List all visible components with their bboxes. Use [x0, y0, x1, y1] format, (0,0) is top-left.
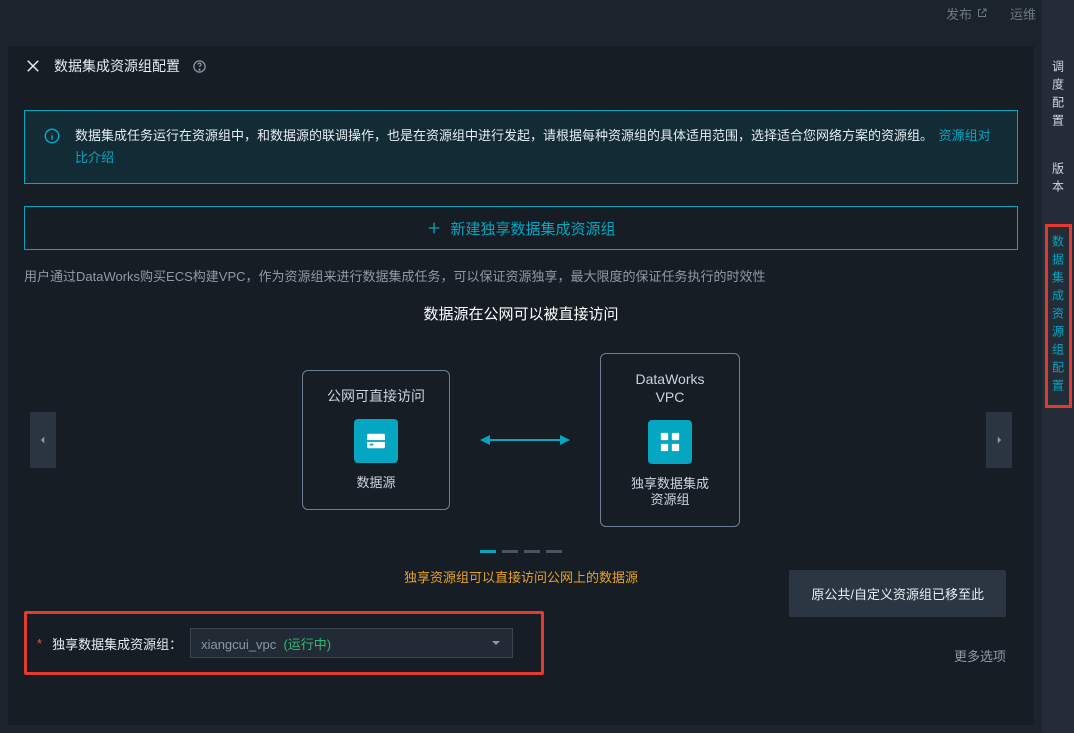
carousel-next[interactable] — [986, 412, 1012, 468]
tab-di-resource-config[interactable]: 数据集成资源组配置 — [1045, 224, 1072, 408]
panel-header: 数据集成资源组配置 — [24, 46, 1018, 86]
field-label: 独享数据集成资源组： — [52, 634, 182, 653]
close-icon[interactable] — [24, 57, 42, 75]
diagram-box-vpc: DataWorks VPC 独享数据集成 资源组 — [600, 353, 740, 527]
publish-button[interactable]: 发布 — [946, 4, 988, 23]
description-text: 用户通过DataWorks购买ECS构建VPC，作为资源组来进行数据集成任务，可… — [24, 266, 1018, 285]
bidirectional-arrow-icon — [480, 433, 570, 447]
create-resource-group-button[interactable]: 新建独享数据集成资源组 — [24, 206, 1018, 250]
dot[interactable] — [502, 550, 518, 553]
tab-schedule-config[interactable]: 调度配置 — [1050, 56, 1067, 136]
chevron-down-icon — [490, 637, 502, 649]
top-bar: 发布 运维 — [0, 0, 1074, 26]
resource-group-icon — [648, 420, 692, 464]
dot[interactable] — [546, 550, 562, 553]
plus-icon — [426, 220, 442, 236]
help-icon[interactable] — [192, 59, 207, 74]
dot[interactable] — [524, 550, 540, 553]
external-icon — [976, 7, 988, 19]
more-options-link[interactable]: 更多选项 — [954, 646, 1006, 665]
carousel-prev[interactable] — [30, 412, 56, 468]
alert-text: 数据集成任务运行在资源组中，和数据源的联调操作，也是在资源组中进行发起，请根据每… — [75, 128, 933, 143]
dot[interactable] — [480, 550, 496, 553]
info-alert: 数据集成任务运行在资源组中，和数据源的联调操作，也是在资源组中进行发起，请根据每… — [24, 110, 1018, 184]
carousel-dots — [24, 550, 1018, 553]
panel-title: 数据集成资源组配置 — [54, 56, 180, 76]
datasource-icon — [354, 419, 398, 463]
required-marker: * — [37, 636, 42, 651]
right-sidebar: 调度配置 版本 数据集成资源组配置 — [1042, 0, 1074, 733]
info-icon — [43, 127, 61, 145]
diagram-carousel: 公网可直接访问 数据源 DataWorks VPC 独享数据集成 — [24, 340, 1018, 540]
tab-version[interactable]: 版本 — [1050, 158, 1067, 202]
diagram-title: 数据源在公网可以被直接访问 — [24, 303, 1018, 324]
config-panel: 数据集成资源组配置 数据集成任务运行在资源组中，和数据源的联调操作，也是在资源组… — [8, 46, 1034, 725]
chevron-right-icon — [994, 432, 1004, 448]
resource-group-field: * 独享数据集成资源组： xiangcui_vpc (运行中) — [24, 611, 544, 675]
resource-group-select[interactable]: xiangcui_vpc (运行中) — [190, 628, 513, 658]
moved-notice-toast: 原公共/自定义资源组已移至此 — [789, 570, 1006, 617]
diagram-box-datasource: 公网可直接访问 数据源 — [302, 370, 450, 510]
chevron-left-icon — [38, 432, 48, 448]
network-diagram: 公网可直接访问 数据源 DataWorks VPC 独享数据集成 — [302, 353, 740, 527]
